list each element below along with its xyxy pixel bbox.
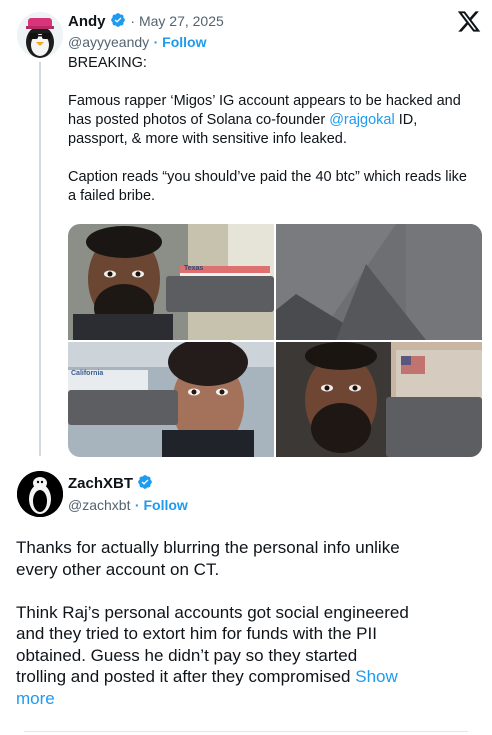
verified-badge-icon — [138, 475, 153, 489]
x-logo-icon[interactable] — [456, 9, 482, 34]
text-line: more — [16, 688, 486, 710]
text-line: a failed bribe. — [68, 188, 156, 204]
avatar-andy[interactable] — [17, 12, 63, 58]
id-card-label: California — [71, 370, 104, 377]
quoted-post-text: BREAKING: Famous rapper ‘Migos’ IG accou… — [68, 54, 488, 206]
author-name[interactable]: Andy — [68, 13, 106, 30]
reply-post-header: ZachXBT — [68, 474, 153, 493]
photo-4[interactable] — [276, 342, 482, 457]
thread-connector-line — [39, 62, 41, 456]
verified-badge-icon — [111, 13, 125, 27]
post-date[interactable]: · May 27, 2025 — [130, 13, 223, 29]
avatar-zachxbt[interactable] — [17, 471, 63, 517]
text-line: trolling and posted it after they compro… — [16, 667, 398, 686]
follow-button[interactable]: · Follow — [154, 34, 207, 50]
reply-post-text: Thanks for actually blurring the persona… — [16, 537, 486, 709]
reply-post-subheader: @zachxbt · Follow — [68, 497, 188, 515]
text-line: and they tried to extort him for funds w… — [16, 624, 377, 643]
mention-link[interactable]: @rajgokal — [329, 112, 395, 128]
quoted-post-subheader: @ayyyeandy · Follow — [68, 34, 207, 52]
show-more-link[interactable]: Show — [355, 667, 398, 686]
text-line: Famous rapper ‘Migos’ IG account appears… — [68, 93, 461, 109]
author-handle[interactable]: @ayyyeandy — [68, 34, 149, 50]
id-card-label: Texas — [184, 265, 204, 272]
text-line: passport, & more with sensitive info lea… — [68, 131, 347, 147]
text-line: Think Raj’s personal accounts got social… — [16, 602, 409, 622]
photo-2[interactable] — [276, 224, 482, 340]
text-line: Thanks for actually blurring the persona… — [16, 538, 400, 557]
text-line: Caption reads “you should’ve paid the 40… — [68, 169, 467, 185]
show-more-link[interactable]: more — [16, 689, 55, 708]
text-line: obtained. Guess he didn’t pay so they st… — [16, 645, 358, 665]
divider — [24, 731, 468, 732]
quoted-post-header: Andy · May 27, 2025 — [68, 12, 224, 31]
follow-button[interactable]: · Follow — [135, 497, 188, 513]
text-line: every other account on CT. — [16, 559, 220, 579]
photo-3[interactable]: California — [68, 342, 274, 457]
author-name[interactable]: ZachXBT — [68, 475, 133, 492]
photo-1[interactable]: Texas — [68, 224, 274, 340]
author-handle[interactable]: @zachxbt — [68, 497, 130, 513]
photo-grid[interactable]: Texas California — [68, 224, 482, 457]
text-line: has posted photos of Solana co-founder @… — [68, 112, 418, 128]
text-line: BREAKING: — [68, 55, 147, 71]
